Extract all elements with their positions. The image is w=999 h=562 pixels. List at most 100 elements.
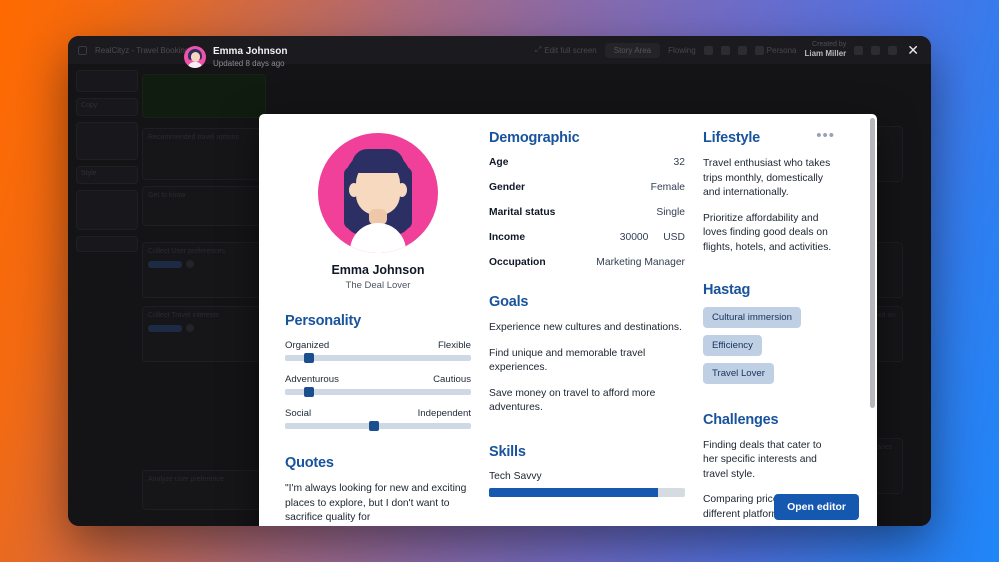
demographic-value: Marketing Manager (596, 257, 685, 268)
goals-section: Goals Experience new cultures and destin… (489, 294, 685, 416)
demographic-key: Age (489, 157, 508, 168)
slider-thumb[interactable] (369, 421, 379, 431)
avatar-bangs (352, 149, 404, 173)
close-icon[interactable]: ✕ (905, 43, 921, 57)
avatar (184, 46, 206, 68)
board-card-text: Collect User preferences (143, 243, 265, 260)
open-editor-button[interactable]: Open editor (774, 494, 859, 520)
challenge-item: Finding deals that cater to her specific… (703, 439, 835, 483)
avatar-face (191, 52, 200, 62)
expand-icon: ⤢ (535, 45, 541, 55)
user-chip[interactable]: Emma Johnson Updated 8 days ago (184, 46, 287, 69)
board-card[interactable]: Collect Travel interests (142, 306, 266, 362)
board-card-text: Recommended travel options (143, 129, 265, 146)
hastag-section: Hastag Cultural immersion Efficiency Tra… (703, 282, 835, 384)
personality-slider[interactable]: Adventurous Cautious (285, 374, 471, 395)
demographic-value-group: 30000 USD (620, 232, 685, 243)
tag-item[interactable]: Efficiency (703, 335, 762, 356)
quotes-section: Quotes "I'm always looking for new and e… (285, 455, 471, 526)
board-chip (148, 261, 182, 268)
board-card[interactable]: Recommended travel options (142, 128, 266, 180)
rail-panel-3 (76, 236, 138, 252)
flowing-button[interactable]: Flowing (668, 46, 696, 55)
lifestyle-item: Travel enthusiast who takes trips monthl… (703, 157, 835, 201)
story-area-button[interactable]: Story Area (605, 43, 660, 58)
slider-track[interactable] (285, 423, 471, 429)
persona-icon (755, 46, 764, 55)
board-dot-icon (186, 260, 194, 268)
edit-full-screen-label: Edit full screen (544, 46, 596, 55)
demographic-unit: USD (663, 232, 685, 243)
settings-gear-icon[interactable] (704, 46, 713, 55)
tag-item[interactable]: Cultural immersion (703, 307, 801, 328)
slider-label-right: Flexible (438, 340, 471, 351)
rail-panel-1 (76, 122, 138, 160)
personality-section: Personality Organized Flexible Adventuro… (285, 313, 471, 429)
more-options-icon[interactable]: ••• (816, 128, 835, 143)
notifications-icon[interactable] (888, 46, 897, 55)
modal-column-right: ••• Lifestyle Travel enthusiast who take… (703, 130, 851, 526)
browser-window: RealCityz - Travel Booking ⤢ Edit full s… (68, 36, 931, 526)
quote-text: "I'm always looking for new and exciting… (285, 482, 471, 526)
style-select[interactable]: Style (76, 166, 138, 184)
rail-panel-2 (76, 190, 138, 230)
challenges-title: Challenges (703, 412, 835, 428)
board-card[interactable]: Analyze user preference (142, 470, 266, 510)
avatar-body (188, 62, 202, 68)
slider-track[interactable] (285, 389, 471, 395)
hastag-title: Hastag (703, 282, 835, 298)
goal-item: Find unique and memorable travel experie… (489, 347, 685, 376)
slider-track[interactable] (285, 355, 471, 361)
board-card[interactable]: Get to know (142, 186, 266, 226)
copy-select[interactable]: Copy (76, 98, 138, 116)
search-icon[interactable] (738, 46, 747, 55)
personality-slider[interactable]: Organized Flexible (285, 340, 471, 361)
tag-item[interactable]: Travel Lover (703, 363, 774, 384)
list-icon[interactable] (721, 46, 730, 55)
user-meta: Emma Johnson Updated 8 days ago (213, 46, 287, 69)
demographic-row: Gender Female (489, 182, 685, 193)
demographic-row: Income 30000 USD (489, 232, 685, 243)
lifestyle-item: Prioritize affordability and loves findi… (703, 212, 835, 256)
goal-item: Save money on travel to afford more adve… (489, 387, 685, 416)
persona-button[interactable]: Persona (755, 46, 797, 55)
slider-thumb[interactable] (304, 387, 314, 397)
personality-slider[interactable]: Social Independent (285, 408, 471, 429)
board-card-text: Get to know (143, 187, 265, 204)
board-chip (148, 325, 182, 332)
persona-role: The Deal Lover (285, 280, 471, 291)
help-icon[interactable] (871, 46, 880, 55)
left-tool-rail: Copy Style (76, 70, 138, 520)
board-card[interactable]: Collect User preferences (142, 242, 266, 298)
demographic-row: Occupation Marketing Manager (489, 257, 685, 268)
modal-scrollbar[interactable] (870, 118, 875, 526)
slider-label-left: Social (285, 408, 311, 419)
user-name: Emma Johnson (213, 46, 287, 59)
board-dot-icon (186, 324, 194, 332)
skill-label: Tech Savvy (489, 471, 685, 482)
demographic-value: 32 (674, 157, 685, 168)
board-card-text: Collect Travel interests (143, 307, 265, 324)
skill-fill (489, 488, 658, 497)
slider-thumb[interactable] (304, 353, 314, 363)
demographic-row: Marital status Single (489, 207, 685, 218)
modal-scrollbar-thumb[interactable] (870, 118, 875, 408)
app-logo-icon (78, 46, 87, 55)
avatar-hair-right (398, 167, 412, 229)
rail-avatar-row[interactable] (76, 70, 138, 92)
created-by-label: Created by (804, 41, 846, 49)
edit-full-screen-button[interactable]: ⤢ Edit full screen (535, 45, 597, 55)
demographic-key: Gender (489, 182, 525, 193)
goal-item: Experience new cultures and destinations… (489, 321, 685, 336)
persona-avatar (318, 133, 438, 253)
skills-title: Skills (489, 444, 685, 460)
copy-label: Copy (77, 99, 137, 112)
modal-column-left: Emma Johnson The Deal Lover Personality … (285, 130, 471, 526)
board-card[interactable] (142, 74, 266, 118)
skill-track[interactable] (489, 488, 685, 497)
share-icon[interactable] (854, 46, 863, 55)
slider-label-right: Independent (418, 408, 471, 419)
modal-content: Emma Johnson The Deal Lover Personality … (259, 114, 877, 526)
demographic-title: Demographic (489, 130, 685, 146)
app-title: RealCityz - Travel Booking (95, 46, 189, 55)
